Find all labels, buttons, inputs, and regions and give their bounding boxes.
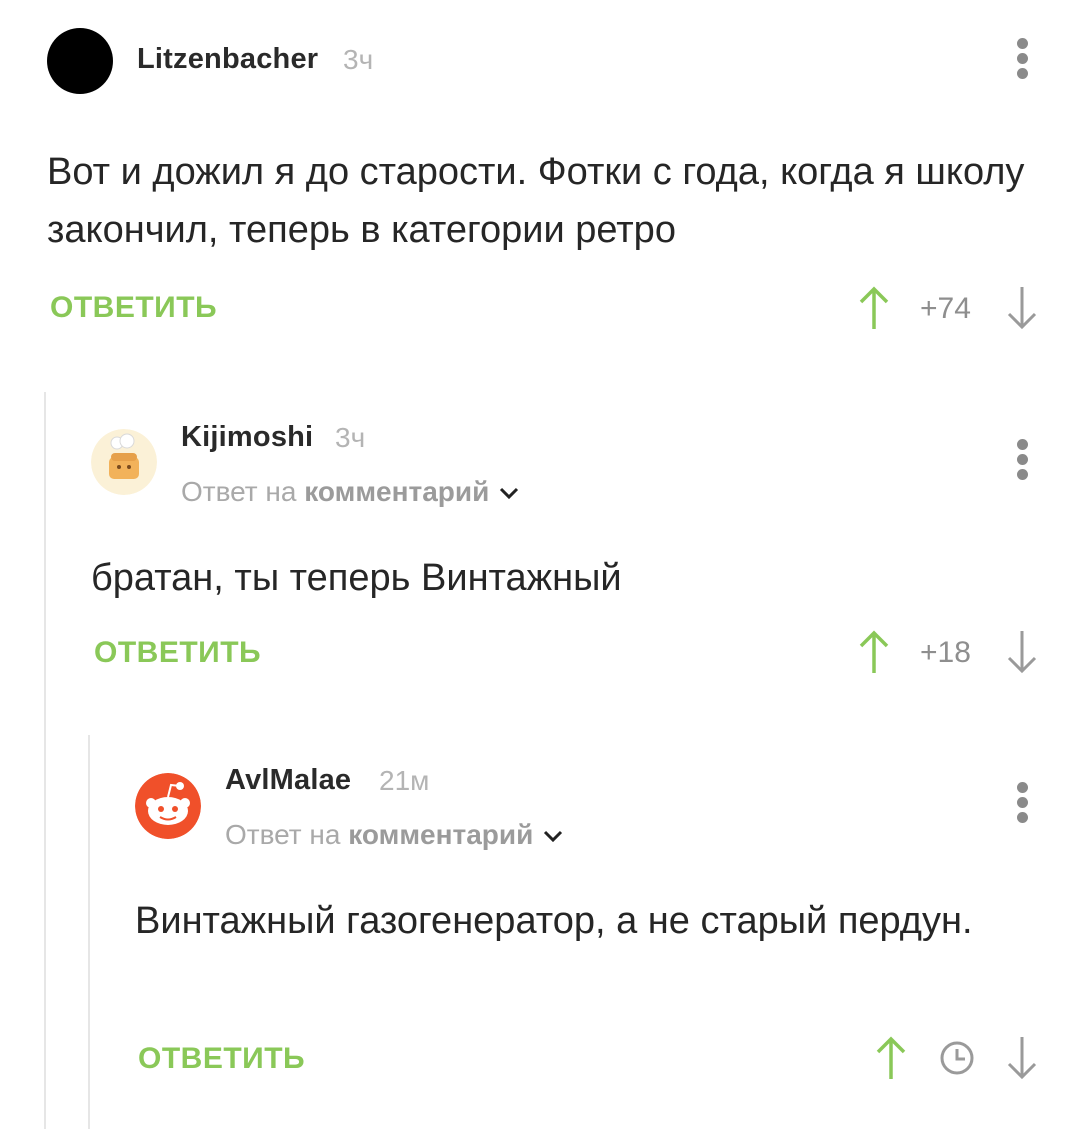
avatar[interactable] xyxy=(47,28,113,94)
arrow-down-icon[interactable] xyxy=(1005,285,1039,331)
chevron-down-icon[interactable] xyxy=(543,830,563,842)
more-vertical-icon[interactable] xyxy=(1015,38,1029,80)
comment-text: братан, ты теперь Винтажный xyxy=(91,557,622,599)
comment-litzenbacher: Litzenbacher 3ч Вот и дожил я до старост… xyxy=(0,0,1080,380)
reply-to-link[interactable]: Ответ на комментарий xyxy=(181,476,519,508)
arrow-down-icon[interactable] xyxy=(1005,1035,1039,1081)
comment-time: 3ч xyxy=(335,422,366,453)
comment-text: Вот и дожил я до старости. Фотки с года,… xyxy=(47,151,1025,251)
comment-time: 21м xyxy=(379,765,430,796)
reply-to-target: комментарий xyxy=(304,476,490,507)
arrow-up-icon[interactable] xyxy=(857,629,891,675)
arrow-down-icon[interactable] xyxy=(1005,629,1039,675)
comment-avlmalae: AvlMalae 21м Ответ на комментарий Винтаж… xyxy=(0,735,1080,1129)
arrow-up-icon[interactable] xyxy=(857,285,891,331)
more-vertical-icon[interactable] xyxy=(1015,439,1029,481)
reply-to-target: комментарий xyxy=(348,819,534,850)
comment-time: 3ч xyxy=(343,44,374,75)
reply-to-link[interactable]: Ответ на комментарий xyxy=(225,819,563,851)
reply-button[interactable]: ОТВЕТИТЬ xyxy=(138,1042,305,1076)
reply-button[interactable]: ОТВЕТИТЬ xyxy=(94,636,261,670)
comment-author[interactable]: Litzenbacher xyxy=(137,43,318,76)
comment-text: Винтажный газогенератор, а не старый пер… xyxy=(135,900,973,942)
reply-to-prefix: Ответ на xyxy=(225,819,341,850)
more-vertical-icon[interactable] xyxy=(1015,782,1029,824)
chevron-down-icon[interactable] xyxy=(499,487,519,499)
comment-kijimoshi: Kijimoshi 3ч Ответ на комментарий братан… xyxy=(0,392,1080,722)
rating-value: +18 xyxy=(920,636,971,669)
clock-icon xyxy=(940,1041,974,1075)
avatar[interactable] xyxy=(91,429,157,495)
reply-button[interactable]: ОТВЕТИТЬ xyxy=(50,291,217,325)
avatar[interactable] xyxy=(135,773,201,839)
comment-author[interactable]: Kijimoshi xyxy=(181,421,313,454)
rating-value: +74 xyxy=(920,292,971,325)
reply-to-prefix: Ответ на xyxy=(181,476,297,507)
comment-author[interactable]: AvlMalae xyxy=(225,764,351,797)
arrow-up-icon[interactable] xyxy=(874,1035,908,1081)
